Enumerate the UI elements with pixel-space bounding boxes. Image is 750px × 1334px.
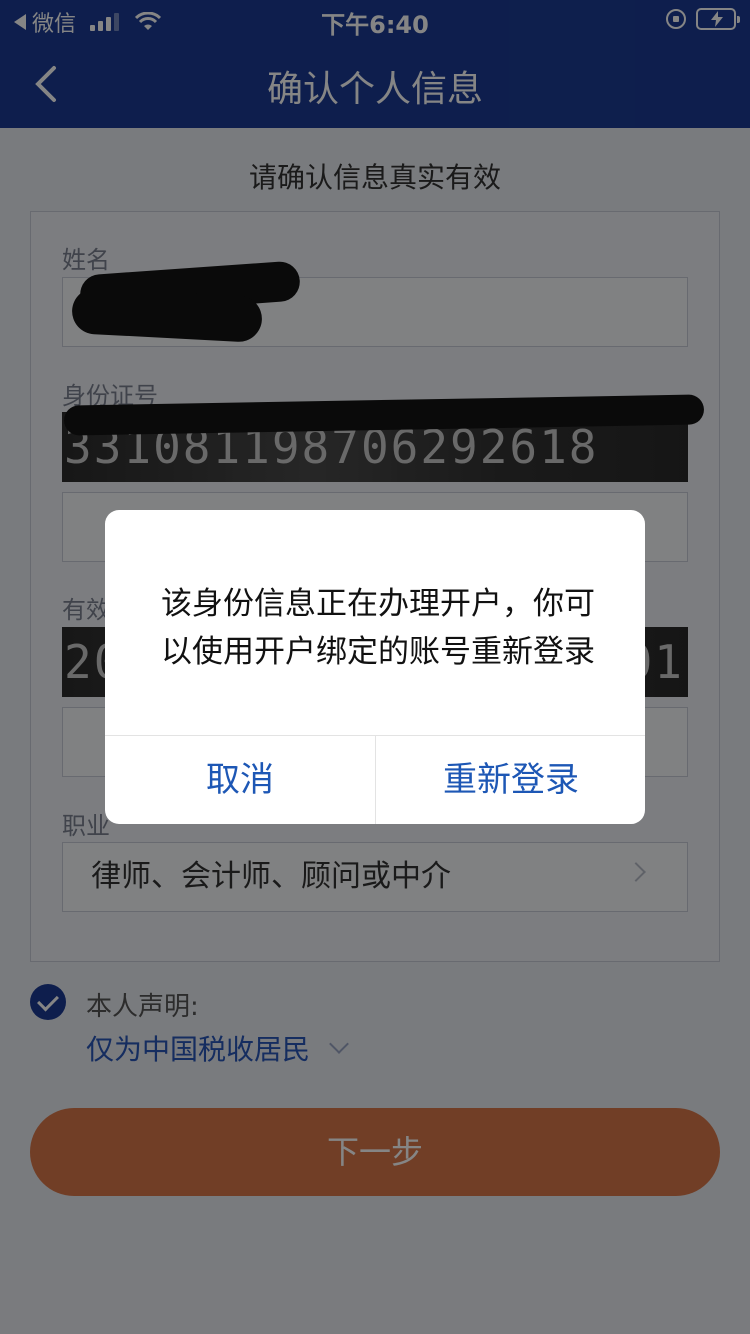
alert-dialog: 该身份信息正在办理开户，你可以使用开户绑定的账号重新登录 取消 重新登录 [105, 510, 645, 824]
dialog-message: 该身份信息正在办理开户，你可以使用开户绑定的账号重新登录 [161, 586, 595, 670]
cancel-button[interactable]: 取消 [105, 736, 375, 824]
relogin-button[interactable]: 重新登录 [376, 736, 645, 824]
